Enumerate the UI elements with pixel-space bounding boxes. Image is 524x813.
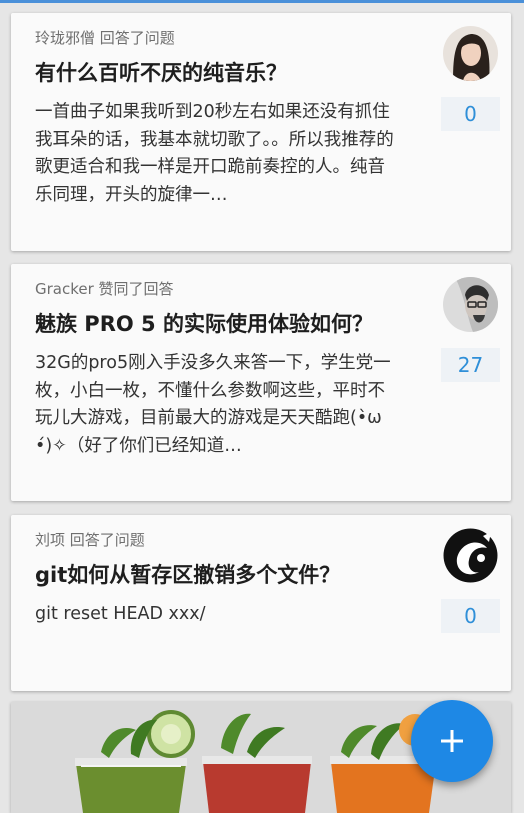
answer-excerpt[interactable]: 一首曲子如果我听到20秒左右如果还没有抓住我耳朵的话，我基本就切歌了。。所以我推… [35,99,397,209]
activity-meta: 玲珑邪僧 回答了问题 [35,29,175,47]
question-title[interactable]: 魅族 PRO 5 的实际使用体验如何？ [35,308,373,338]
user-avatar[interactable] [443,528,498,583]
answer-excerpt[interactable]: git reset HEAD xxx/ [35,601,397,629]
vote-count[interactable]: 0 [441,97,500,131]
vote-count[interactable]: 0 [441,599,500,633]
plus-icon [441,730,463,752]
vote-count[interactable]: 27 [441,348,500,382]
user-avatar[interactable] [443,26,498,81]
top-status-strip [0,0,524,3]
answer-excerpt[interactable]: 32G的pro5刚入手没多久来答一下，学生党一枚，小白一枚，不懂什么参数啊这些，… [35,350,397,460]
activity-meta: 刘项 回答了问题 [35,531,145,549]
activity-meta: Gracker 赞同了回答 [35,280,174,298]
feed-card[interactable]: 刘项 回答了问题 git如何从暂存区撤销多个文件？ git reset HEAD… [11,515,511,691]
question-title[interactable]: git如何从暂存区撤销多个文件？ [35,559,340,589]
question-title[interactable]: 有什么百听不厌的纯音乐？ [35,57,287,87]
add-fab-button[interactable] [411,700,493,782]
feed-card[interactable]: Gracker 赞同了回答 魅族 PRO 5 的实际使用体验如何？ 32G的pr… [11,264,511,501]
feed-card[interactable]: 玲珑邪僧 回答了问题 有什么百听不厌的纯音乐？ 一首曲子如果我听到20秒左右如果… [11,13,511,251]
user-avatar[interactable] [443,277,498,332]
